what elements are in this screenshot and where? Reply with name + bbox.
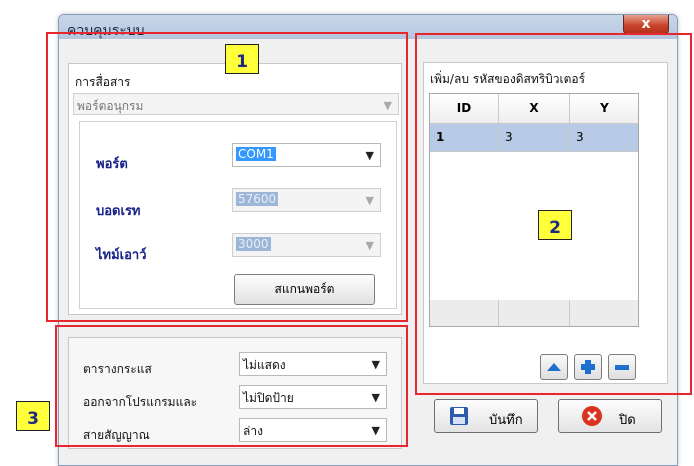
save-button-label: บันทึก xyxy=(489,413,523,428)
red-x-circle-icon xyxy=(582,406,602,426)
save-button[interactable]: บันทึก xyxy=(434,399,538,433)
annotation-box-3 xyxy=(55,325,408,447)
annotation-label-2: 2 xyxy=(538,210,572,240)
annotation-box-1 xyxy=(46,32,408,322)
close-dialog-button[interactable]: ปิด xyxy=(558,399,662,433)
annotation-label-1: 1 xyxy=(225,44,259,74)
window-close-button[interactable]: x xyxy=(623,15,669,35)
close-dialog-button-label: ปิด xyxy=(619,413,636,428)
annotation-label-3: 3 xyxy=(16,401,50,431)
floppy-disk-icon xyxy=(450,407,468,425)
